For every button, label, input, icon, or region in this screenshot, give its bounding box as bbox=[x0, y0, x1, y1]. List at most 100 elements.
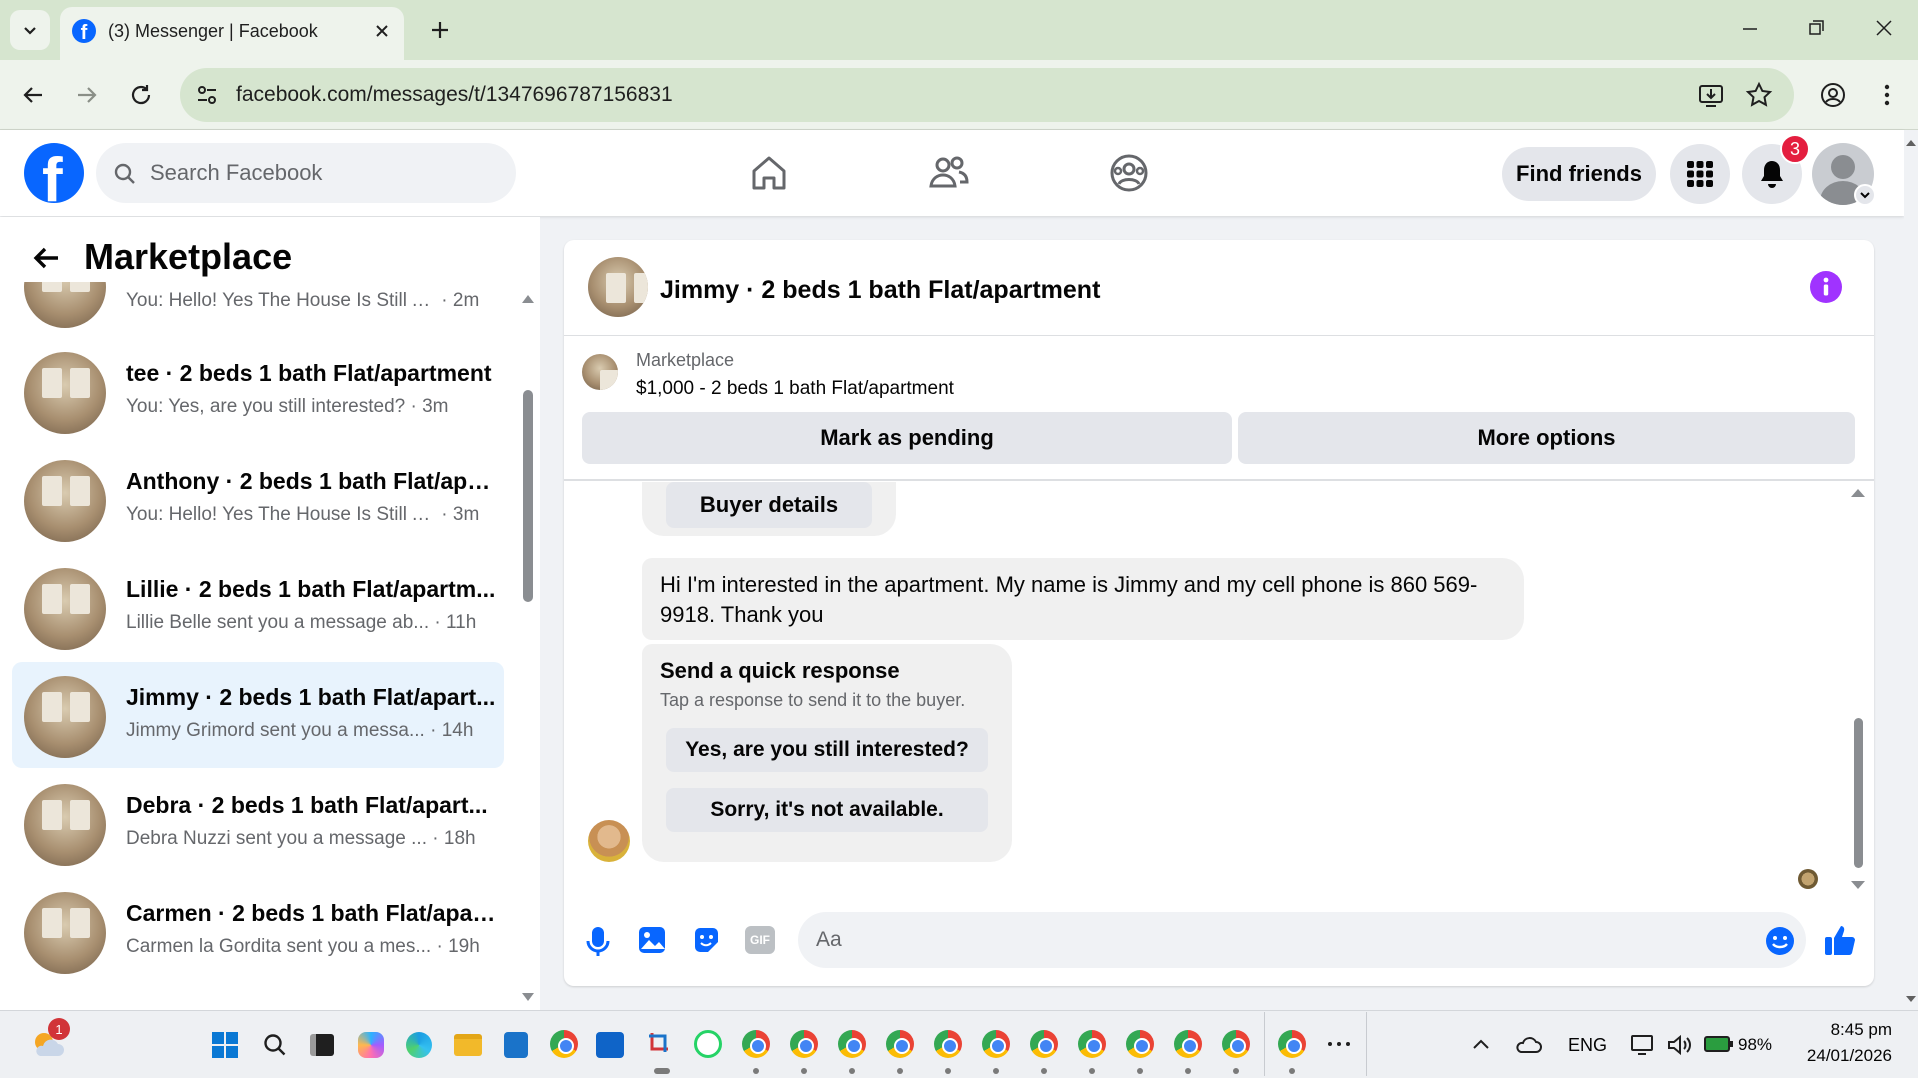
chrome-window-icon[interactable] bbox=[1030, 1030, 1058, 1058]
find-friends-label: Find friends bbox=[1516, 161, 1642, 186]
chrome-window-icon[interactable] bbox=[838, 1030, 866, 1058]
bell-icon bbox=[1761, 161, 1783, 188]
quick-reply-not-available[interactable]: Sorry, it's not available. bbox=[666, 788, 988, 832]
quick-reply-still-interested[interactable]: Yes, are you still interested? bbox=[666, 728, 988, 772]
page-scrollbar[interactable] bbox=[1904, 130, 1918, 1010]
conversation-item[interactable]: Lillie · 2 beds 1 bath Flat/apartm... Li… bbox=[12, 554, 504, 660]
nav-home[interactable] bbox=[746, 150, 792, 196]
chrome-window-icon[interactable] bbox=[790, 1030, 818, 1058]
facebook-logo[interactable]: f bbox=[24, 143, 84, 203]
sender-avatar[interactable] bbox=[588, 820, 630, 862]
tab-search-button[interactable] bbox=[10, 10, 50, 50]
snipping-tool-icon[interactable] bbox=[646, 1030, 674, 1058]
whatsapp-icon[interactable] bbox=[694, 1030, 722, 1058]
chrome-window-icon[interactable] bbox=[886, 1030, 914, 1058]
conversation-item[interactable]: Anthony · 2 beds 1 bath Flat/apa... You:… bbox=[12, 446, 504, 552]
arrow-left-icon bbox=[23, 87, 42, 103]
close-tab-icon[interactable] bbox=[370, 19, 394, 43]
taskbar-divider bbox=[1366, 1012, 1367, 1076]
chrome-window-icon[interactable] bbox=[1126, 1030, 1154, 1058]
listing-thumbnail bbox=[24, 676, 106, 758]
restore-window-icon[interactable] bbox=[1806, 18, 1826, 38]
outlook-icon[interactable] bbox=[596, 1032, 624, 1058]
back-button[interactable] bbox=[18, 80, 48, 110]
voice-clip-button[interactable] bbox=[582, 924, 614, 958]
chat-listing-avatar[interactable] bbox=[588, 257, 648, 317]
chrome-window-icon[interactable] bbox=[982, 1030, 1010, 1058]
chrome-window-icon[interactable] bbox=[934, 1030, 962, 1058]
chrome-window-icon[interactable] bbox=[1278, 1030, 1306, 1058]
menu-button[interactable] bbox=[1670, 144, 1730, 204]
chevron-down-icon bbox=[24, 27, 36, 35]
install-app-icon[interactable] bbox=[1696, 80, 1726, 110]
listing-thumbnail bbox=[24, 892, 106, 974]
send-like-button[interactable] bbox=[1822, 922, 1858, 958]
network-icon[interactable] bbox=[1630, 1032, 1656, 1058]
search-bar[interactable]: Search Facebook bbox=[96, 143, 516, 203]
conversation-item[interactable]: You: Hello! Yes The House Is Still A... … bbox=[12, 282, 504, 338]
more-options-button[interactable]: More options bbox=[1238, 412, 1855, 464]
chrome-window-icon[interactable] bbox=[1222, 1030, 1250, 1058]
mark-as-pending-button[interactable]: Mark as pending bbox=[582, 412, 1232, 464]
bookmark-star-icon[interactable] bbox=[1744, 80, 1774, 110]
quick-reply-2-label: Sorry, it's not available. bbox=[710, 798, 944, 821]
chrome-window-icon[interactable] bbox=[1078, 1030, 1106, 1058]
chat-scrollbar[interactable] bbox=[1848, 484, 1868, 896]
conversation-item-active[interactable]: Jimmy · 2 beds 1 bath Flat/apart... Jimm… bbox=[12, 662, 504, 768]
conversation-info-button[interactable] bbox=[1810, 271, 1842, 303]
conversation-item[interactable]: Carmen · 2 beds 1 bath Flat/apar... Carm… bbox=[12, 878, 504, 984]
find-friends-button[interactable]: Find friends bbox=[1502, 147, 1656, 201]
account-chevron-icon[interactable] bbox=[1854, 184, 1876, 206]
emoji-button[interactable] bbox=[1764, 925, 1796, 957]
conversation-preview: You: Hello! Yes The House Is Still A... … bbox=[126, 290, 480, 311]
sticker-button[interactable] bbox=[690, 924, 722, 956]
language-indicator[interactable]: ENG bbox=[1568, 1035, 1607, 1056]
reload-button[interactable] bbox=[126, 80, 156, 110]
preview-text: Carmen la Gordita sent you a mes... bbox=[126, 936, 432, 957]
nav-friends[interactable] bbox=[926, 150, 972, 196]
sticker-icon bbox=[695, 928, 718, 952]
browser-menu-icon[interactable] bbox=[1872, 80, 1902, 110]
close-window-icon[interactable] bbox=[1874, 18, 1894, 38]
chrome-window-icon[interactable] bbox=[1174, 1030, 1202, 1058]
chrome-taskbar-icon[interactable] bbox=[550, 1030, 578, 1058]
chrome-window-icon[interactable] bbox=[742, 1030, 770, 1058]
browser-tab-active[interactable]: f (3) Messenger | Facebook bbox=[60, 7, 404, 60]
attach-photo-button[interactable] bbox=[636, 924, 668, 956]
edge-icon[interactable] bbox=[406, 1032, 432, 1058]
battery-icon[interactable] bbox=[1704, 1034, 1734, 1054]
new-tab-button[interactable] bbox=[426, 16, 454, 44]
chat-title[interactable]: Jimmy · 2 beds 1 bath Flat/apartment bbox=[660, 276, 1100, 305]
running-indicator bbox=[801, 1068, 807, 1074]
task-view-icon[interactable] bbox=[310, 1034, 334, 1056]
gif-button[interactable]: GIF bbox=[745, 926, 775, 954]
profile-account-icon[interactable] bbox=[1818, 80, 1848, 110]
more-apps-icon[interactable] bbox=[1326, 1036, 1352, 1052]
back-arrow-button[interactable] bbox=[28, 240, 64, 276]
file-explorer-icon[interactable] bbox=[454, 1034, 482, 1056]
clock-date[interactable]: 24/01/2026 bbox=[1792, 1046, 1892, 1066]
conversation-item[interactable]: Debra · 2 beds 1 bath Flat/apart... Debr… bbox=[12, 770, 504, 876]
listing-summary[interactable]: $1,000 - 2 beds 1 bath Flat/apartment bbox=[636, 378, 954, 400]
mark-as-pending-label: Mark as pending bbox=[820, 425, 994, 450]
volume-icon[interactable] bbox=[1666, 1032, 1692, 1058]
start-button[interactable] bbox=[212, 1032, 238, 1058]
search-input[interactable]: Search Facebook bbox=[150, 160, 322, 186]
minimize-window-icon[interactable] bbox=[1740, 18, 1760, 38]
site-info-icon[interactable] bbox=[194, 82, 220, 108]
nav-groups[interactable] bbox=[1106, 150, 1152, 196]
store-icon[interactable] bbox=[504, 1032, 528, 1058]
clock-time[interactable]: 8:45 pm bbox=[1798, 1020, 1892, 1040]
message-input[interactable]: Aa bbox=[798, 912, 1806, 968]
taskbar-search-icon[interactable] bbox=[262, 1032, 288, 1058]
forward-button[interactable] bbox=[72, 80, 102, 110]
groups-icon bbox=[1110, 154, 1148, 192]
buyer-details-button[interactable]: Buyer details bbox=[666, 482, 872, 528]
conversation-item[interactable]: tee · 2 beds 1 bath Flat/apartment You: … bbox=[12, 338, 504, 444]
sidebar-scrollbar[interactable] bbox=[520, 288, 536, 1006]
copilot-icon[interactable] bbox=[358, 1032, 384, 1058]
listing-thumbnail bbox=[24, 784, 106, 866]
onedrive-cloud-icon[interactable] bbox=[1514, 1034, 1542, 1056]
running-indicator bbox=[993, 1068, 999, 1074]
show-hidden-icons-chevron-icon[interactable] bbox=[1470, 1034, 1492, 1056]
